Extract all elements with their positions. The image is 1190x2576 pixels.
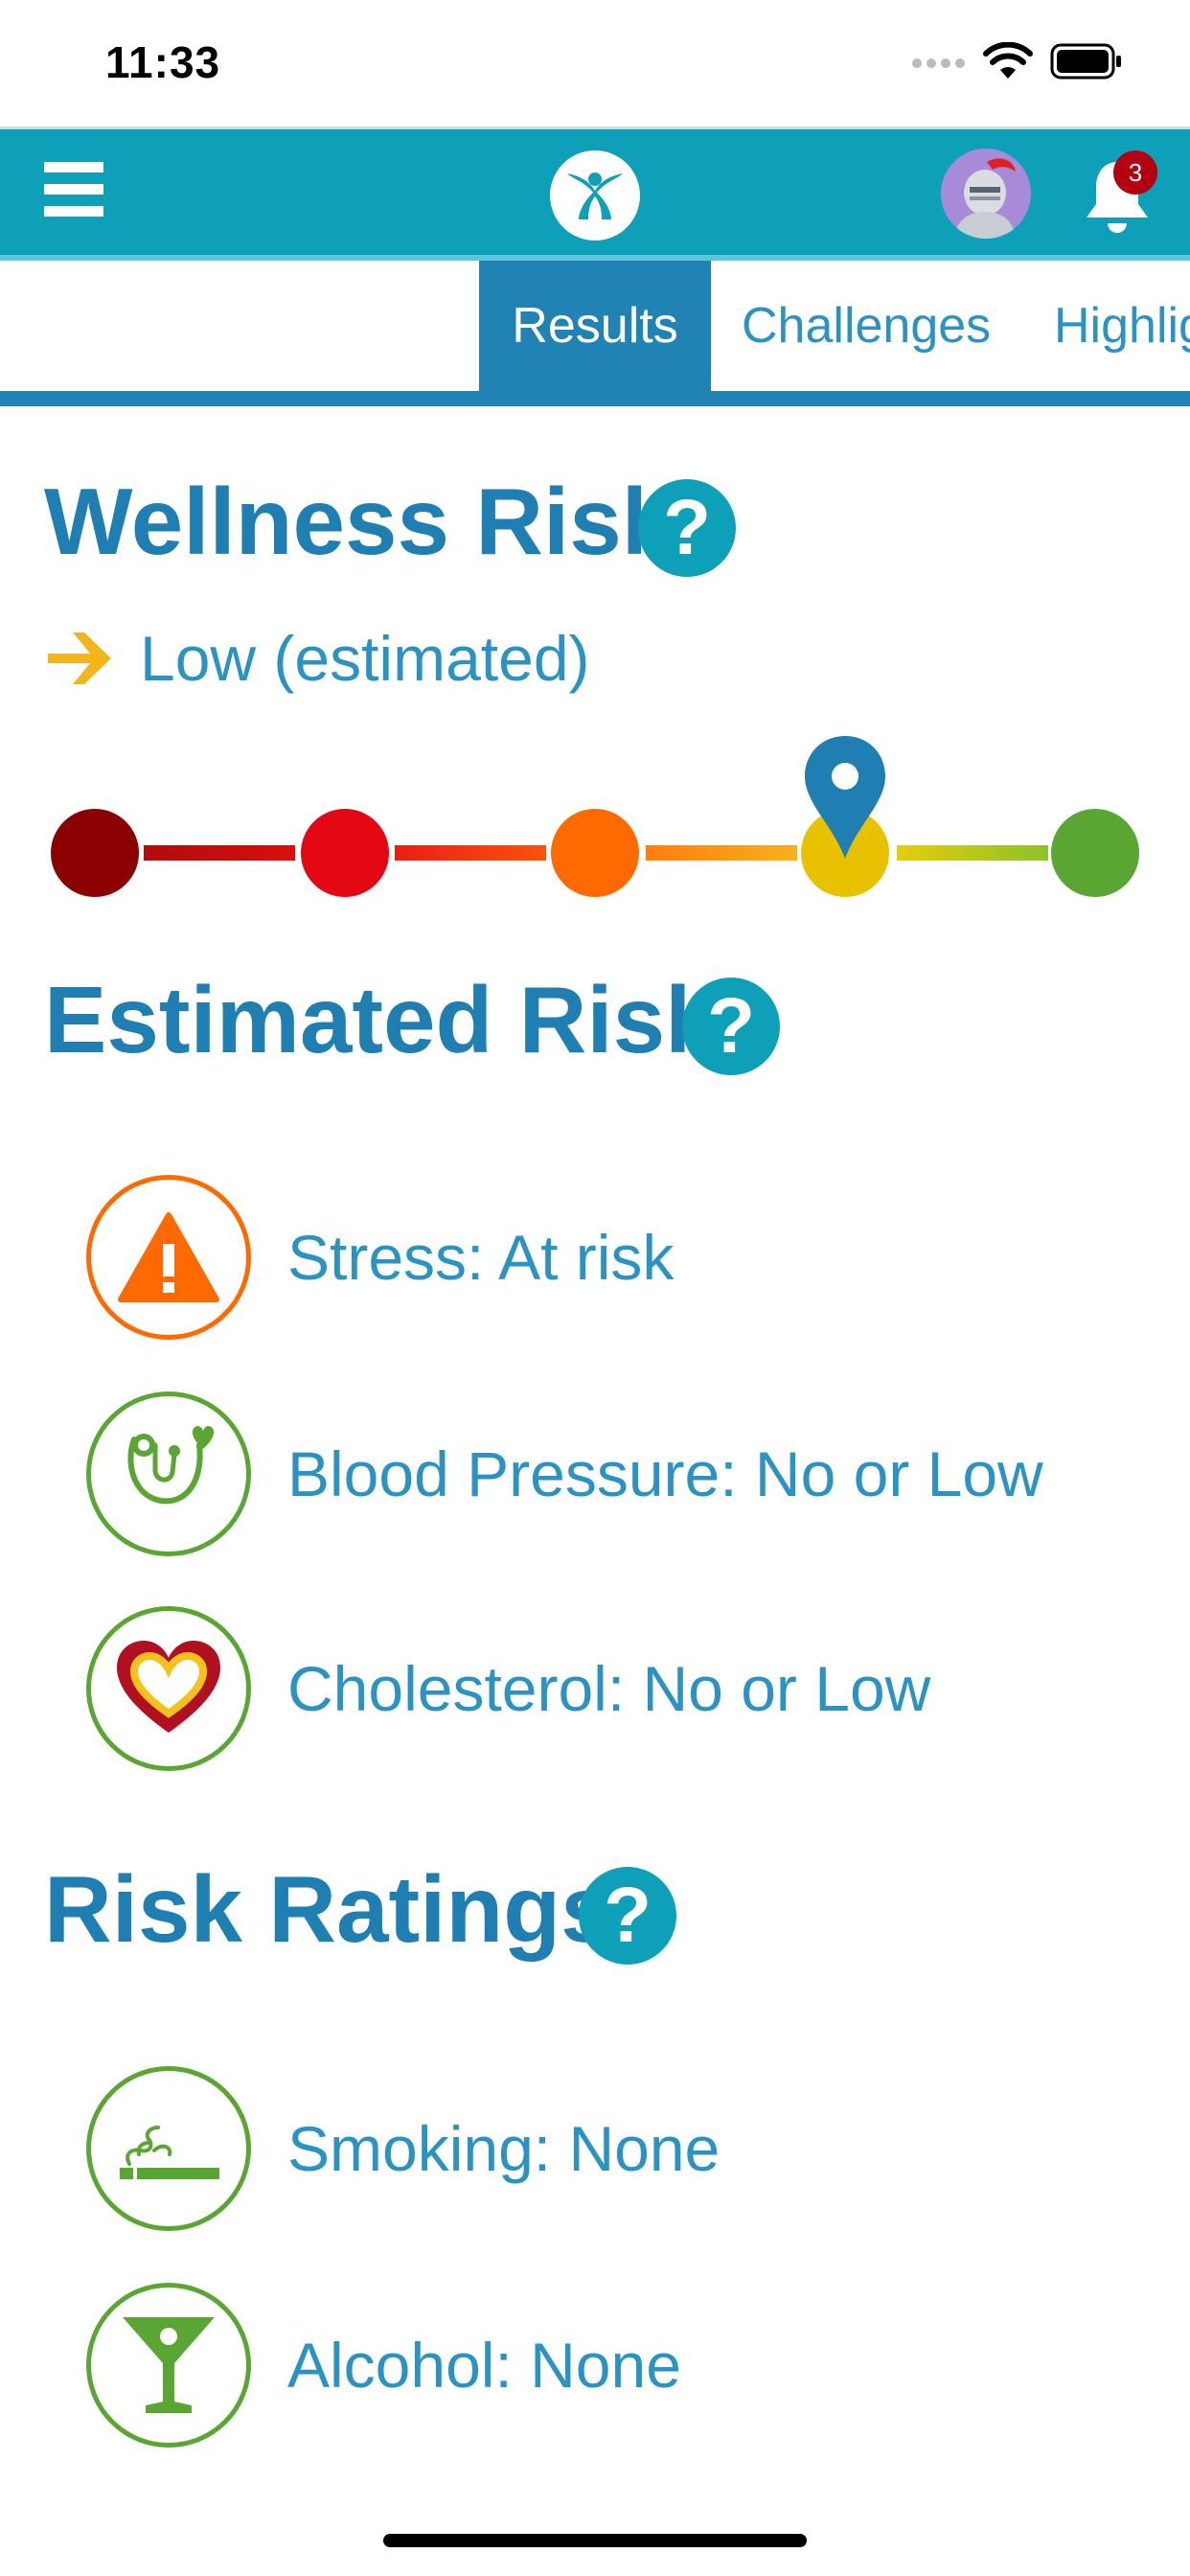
scale-connector — [395, 845, 546, 861]
status-circle — [86, 1175, 251, 1340]
status-time: 11:33 — [105, 37, 221, 87]
arrow-right-icon — [48, 632, 111, 684]
warning-icon — [118, 1212, 219, 1302]
tab-challenges[interactable]: Challenges — [742, 261, 991, 391]
notification-badge: 3 — [1113, 150, 1157, 195]
risk-level: Low (estimated) — [44, 615, 590, 702]
risk-ratings-title: Risk Ratings — [44, 1856, 613, 1962]
status-circle — [86, 2283, 251, 2448]
wellness-risk-title: Wellness Risk — [44, 469, 675, 574]
blood-pressure-label: Blood Pressure: No or Low — [287, 1438, 1043, 1509]
status-circle — [86, 2066, 251, 2231]
cholesterol-label: Cholesterol: No or Low — [287, 1653, 931, 1724]
scale-connector — [144, 845, 295, 861]
heart-icon — [117, 1641, 220, 1733]
tab-highlights[interactable]: Highlig — [1054, 261, 1190, 391]
avatar[interactable] — [941, 149, 1031, 239]
scale-dot — [301, 809, 389, 897]
battery-icon — [1050, 43, 1121, 80]
list-item: Blood Pressure: No or Low — [86, 1388, 1043, 1560]
ratings-help-icon[interactable]: ? — [579, 1867, 676, 1965]
scale-dot — [551, 809, 639, 897]
list-item: Alcohol: None — [86, 2279, 681, 2451]
tab-underline — [0, 391, 1190, 406]
cocktail-icon — [123, 2317, 215, 2413]
scale-dot — [51, 809, 139, 897]
hamburger-menu-icon[interactable] — [44, 162, 103, 219]
status-icons — [912, 42, 1123, 80]
wifi-icon — [983, 42, 1033, 79]
risk-scale — [0, 728, 1190, 920]
scale-connector — [897, 845, 1048, 861]
estimated-risk-title: Estimated Risk — [44, 967, 718, 1072]
scale-dot — [1051, 809, 1139, 897]
wellness-help-icon[interactable]: ? — [638, 479, 736, 577]
knight-avatar-icon — [954, 158, 1016, 239]
risk-level-text: Low (estimated) — [140, 623, 590, 694]
list-item: Stress: At risk — [86, 1171, 674, 1344]
cellular-signal-icon — [912, 58, 965, 68]
home-indicator — [383, 2534, 807, 2547]
status-bar: 11:33 — [0, 0, 1190, 126]
estimated-help-icon[interactable]: ? — [682, 978, 780, 1075]
list-item: Cholesterol: No or Low — [86, 1602, 930, 1775]
scale-connector — [646, 845, 797, 861]
wellness-logo-icon — [567, 172, 623, 219]
app-logo — [550, 150, 640, 241]
cigarette-icon — [120, 2126, 219, 2179]
stress-label: Stress: At risk — [287, 1222, 675, 1293]
tab-results[interactable]: Results — [479, 261, 711, 391]
stethoscope-icon — [127, 1426, 215, 1505]
status-circle — [86, 1606, 251, 1771]
status-circle — [86, 1392, 251, 1556]
smoking-label: Smoking: None — [287, 2113, 721, 2184]
top-nav-bar: 3 — [0, 126, 1190, 261]
list-item: Smoking: None — [86, 2062, 720, 2235]
tab-bar: Results Challenges Highlig — [0, 261, 1190, 391]
alcohol-label: Alcohol: None — [287, 2330, 681, 2401]
